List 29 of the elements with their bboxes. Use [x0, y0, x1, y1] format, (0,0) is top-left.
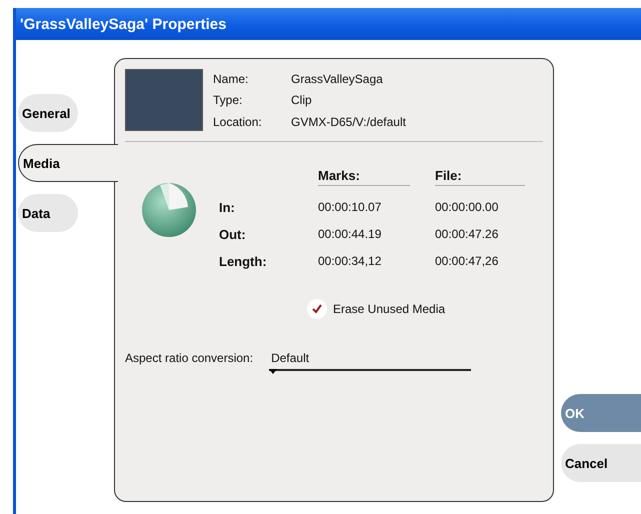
column-header: Marks:: [318, 168, 410, 186]
timecode-value: 00:00:47.26: [435, 227, 500, 242]
info-label: Location:: [213, 114, 263, 131]
cancel-button[interactable]: Cancel: [561, 444, 641, 482]
timecode-value: 00:00:00.00: [435, 200, 500, 215]
info-value: Clip: [291, 93, 313, 110]
tab[interactable]: Data: [18, 194, 78, 232]
timecode-value: 00:00:44.19: [318, 227, 382, 242]
tab[interactable]: Media: [18, 144, 118, 182]
info-value: GrassValleySaga: [291, 72, 384, 88]
checkbox-label: Erase Unused Media: [333, 302, 446, 316]
checkbox[interactable]: [307, 299, 327, 319]
timecode-value: 00:00:34,12: [318, 254, 382, 269]
ok-button[interactable]: OK: [561, 394, 641, 432]
tab[interactable]: General: [18, 94, 78, 132]
info-label: Type:: [213, 93, 244, 110]
info-label: Name:: [213, 72, 250, 88]
info-value: GVMX-D65/V:/default: [291, 114, 406, 131]
field-label: Aspect ratio conversion:: [125, 351, 254, 365]
pie-drawing: [141, 182, 197, 238]
row-label: In:: [219, 200, 236, 215]
row-label: Length:: [219, 254, 268, 269]
timecode-value: 00:00:10.07: [318, 200, 382, 215]
dropdown[interactable]: Default: [269, 351, 472, 371]
column-header: File:: [435, 168, 525, 186]
checkmark-icon: [312, 304, 322, 314]
timecode-value: 00:00:47,26: [435, 254, 500, 269]
row-label: Out:: [219, 227, 247, 242]
window-title: 'GrassValleySaga' Properties: [20, 16, 226, 32]
